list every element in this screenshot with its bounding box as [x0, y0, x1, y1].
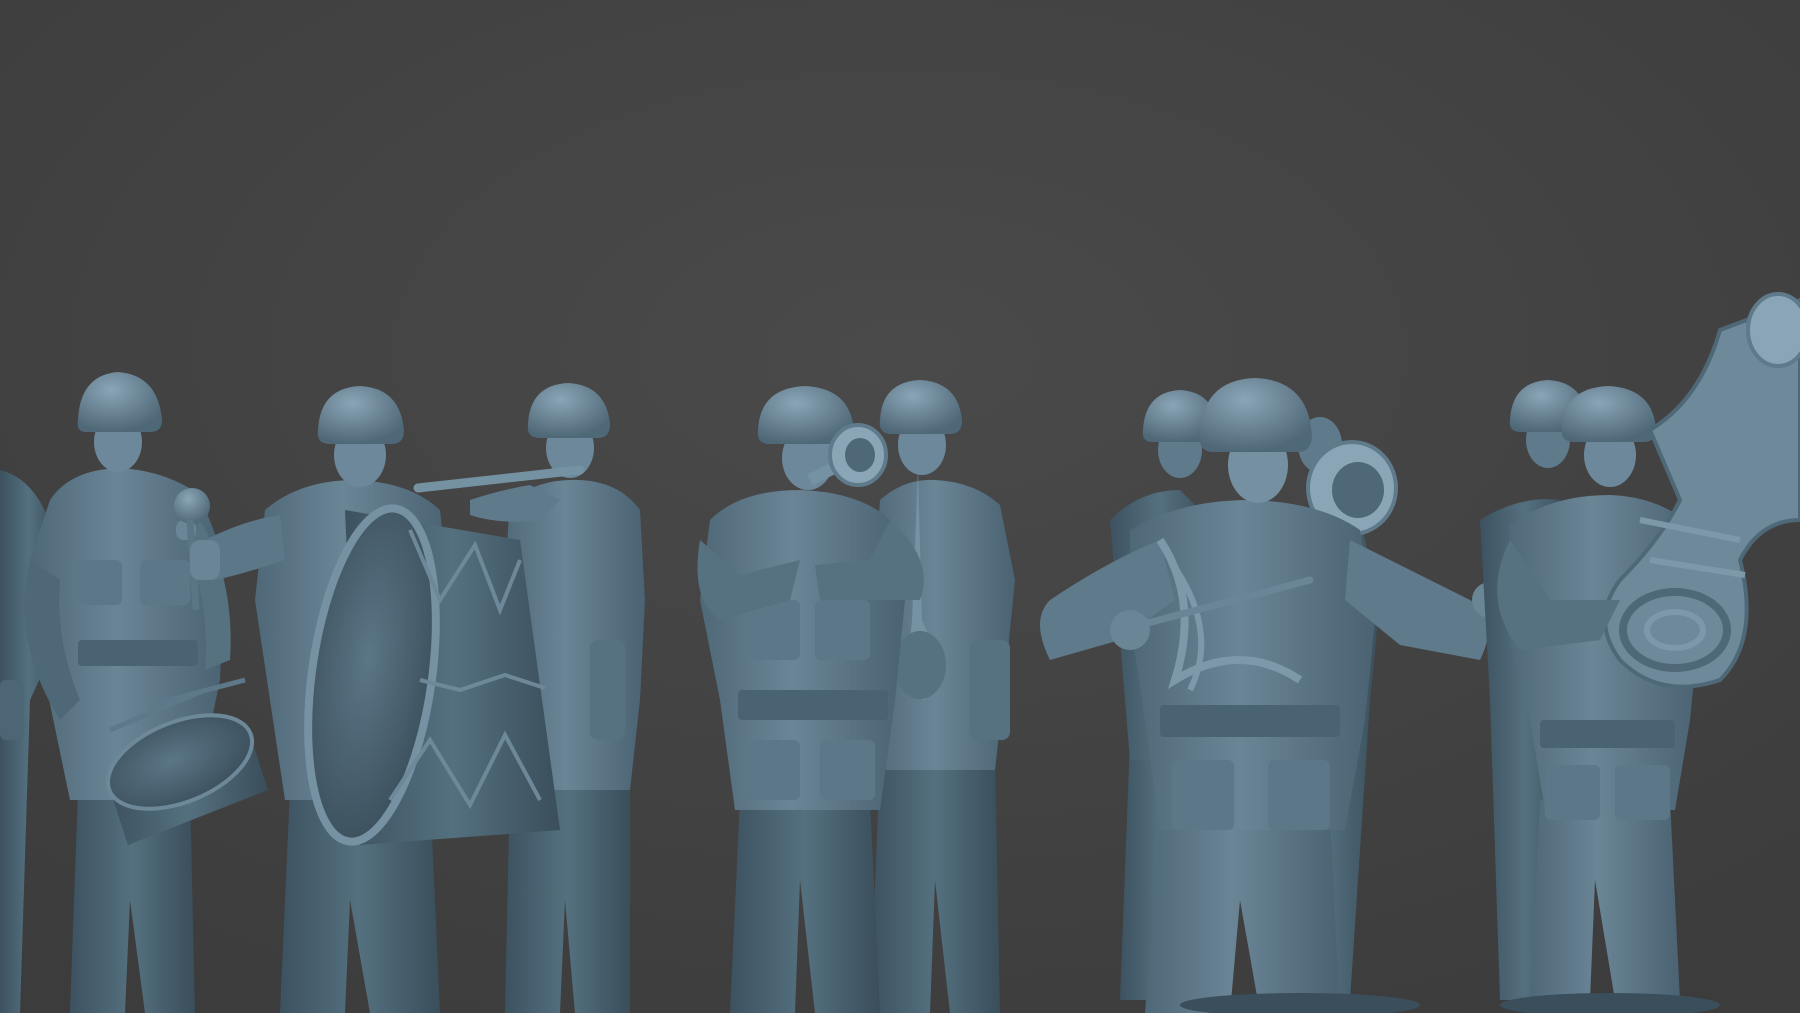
scene-canvas — [0, 0, 1800, 1013]
miniature-band-scene — [0, 0, 1800, 1013]
